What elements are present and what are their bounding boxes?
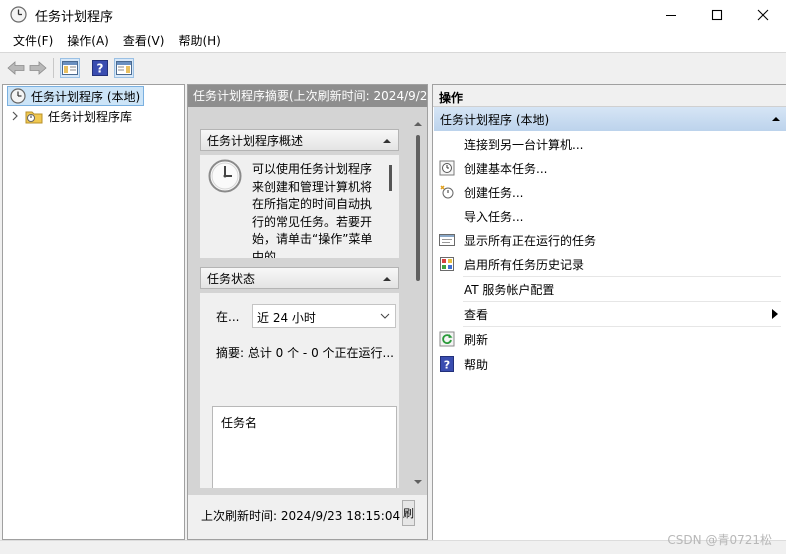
status-title: 任务状态 xyxy=(207,271,256,286)
overview-section-header[interactable]: 任务计划程序概述 xyxy=(200,129,399,151)
folder-clock-icon xyxy=(25,111,43,124)
forward-button[interactable] xyxy=(28,58,48,78)
status-summary: 摘要: 总计 0 个 - 0 个正在运行... xyxy=(216,346,394,360)
refresh-button[interactable]: 刷 xyxy=(402,500,415,526)
menu-view[interactable]: 查看(V) xyxy=(116,30,172,52)
clock-icon xyxy=(10,6,27,23)
close-icon xyxy=(757,9,769,21)
actions-group-title: 任务计划程序 (本地) xyxy=(440,112,550,127)
chevron-right-icon[interactable] xyxy=(11,111,19,121)
close-button[interactable] xyxy=(740,0,786,30)
tree-item-task-library[interactable]: 任务计划程序库 xyxy=(11,106,132,126)
running-tasks-icon xyxy=(439,232,455,248)
action-label: 创建基本任务... xyxy=(464,161,548,176)
status-period-value: 近 24 小时 xyxy=(257,311,316,325)
action-label: 导入任务... xyxy=(464,209,524,224)
back-button[interactable] xyxy=(6,58,26,78)
action-show-running-tasks[interactable]: 显示所有正在运行的任务 xyxy=(433,228,783,252)
svg-text:?: ? xyxy=(444,359,450,372)
scroll-up-icon[interactable] xyxy=(414,121,422,127)
overview-title: 任务计划程序概述 xyxy=(207,133,304,148)
action-refresh[interactable]: 刷新 xyxy=(433,327,783,351)
action-view[interactable]: 查看 xyxy=(433,302,783,326)
action-label: 启用所有任务历史记录 xyxy=(464,257,585,272)
navigation-tree: 任务计划程序 (本地) 任务计划程序库 xyxy=(2,84,185,540)
toolbar-separator xyxy=(53,58,54,78)
window-title: 任务计划程序 xyxy=(35,10,114,25)
forward-arrow-icon xyxy=(29,61,47,75)
minimize-icon xyxy=(666,15,676,16)
action-label: 连接到另一台计算机... xyxy=(464,137,584,152)
collapse-icon[interactable] xyxy=(383,138,391,144)
clock-icon xyxy=(208,159,242,193)
actions-group-header[interactable]: 任务计划程序 (本地) xyxy=(434,107,786,131)
minimize-button[interactable] xyxy=(648,0,694,30)
refresh-icon xyxy=(439,331,455,347)
scrollbar-thumb[interactable] xyxy=(416,135,420,281)
action-label: 查看 xyxy=(464,307,489,322)
status-section-header[interactable]: 任务状态 xyxy=(200,267,399,289)
action-label: 显示所有正在运行的任务 xyxy=(464,233,597,248)
action-label: 创建任务... xyxy=(464,185,524,200)
overview-section-body: 可以使用任务计划程序来创建和管理计算机将在所指定的时间自动执行的常见任务。若要开… xyxy=(200,155,399,258)
action-label: AT 服务帐户配置 xyxy=(464,282,555,297)
overview-scrollbar[interactable] xyxy=(389,165,392,191)
submenu-arrow-icon xyxy=(772,309,778,319)
watermark: CSDN @青0721松 xyxy=(667,533,772,547)
task-name-column-header[interactable]: 任务名 xyxy=(221,414,257,431)
action-create-task[interactable]: 创建任务... xyxy=(433,180,783,204)
create-basic-task-icon xyxy=(439,160,455,176)
summary-pane: 任务计划程序摘要(上次刷新时间: 2024/9/23 任务计划程序概述 可以使用… xyxy=(187,84,428,540)
action-connect-computer[interactable]: 连接到另一台计算机... xyxy=(433,132,783,156)
chevron-down-icon xyxy=(380,313,390,319)
menu-help[interactable]: 帮助(H) xyxy=(171,30,227,52)
scroll-down-icon[interactable] xyxy=(414,479,422,485)
task-list[interactable]: 任务名 xyxy=(212,406,397,488)
menu-bar: 文件(F) 操作(A) 查看(V) 帮助(H) xyxy=(0,30,786,52)
create-task-icon xyxy=(439,184,455,200)
actions-header: 操作 xyxy=(433,85,786,107)
action-enable-history[interactable]: 启用所有任务历史记录 xyxy=(433,252,783,276)
overview-text: 可以使用任务计划程序来创建和管理计算机将在所指定的时间自动执行的常见任务。若要开… xyxy=(252,162,373,258)
action-label: 刷新 xyxy=(464,332,489,347)
menu-file[interactable]: 文件(F) xyxy=(6,30,60,52)
toolbar: ? xyxy=(0,52,786,82)
status-period-select[interactable]: 近 24 小时 xyxy=(252,304,396,328)
action-import-task[interactable]: 导入任务... xyxy=(433,204,783,228)
action-help[interactable]: ? 帮助 xyxy=(433,352,783,376)
refresh-status-bar: 上次刷新时间: 2024/9/23 18:15:04 刷 xyxy=(188,495,427,539)
collapse-icon[interactable] xyxy=(772,116,780,122)
refresh-button-label: 刷 xyxy=(403,507,414,520)
help-toolbar-button[interactable]: ? xyxy=(90,58,110,78)
help-icon: ? xyxy=(439,356,455,372)
tree-item-task-scheduler-local[interactable]: 任务计划程序 (本地) xyxy=(7,86,145,106)
summary-header: 任务计划程序摘要(上次刷新时间: 2024/9/23 xyxy=(188,85,427,107)
summary-scrollbar[interactable] xyxy=(411,121,425,491)
menu-action[interactable]: 操作(A) xyxy=(60,30,116,52)
help-icon: ? xyxy=(92,60,108,76)
tree-item-label: 任务计划程序 (本地) xyxy=(31,89,141,104)
show-hide-tree-button[interactable] xyxy=(60,58,80,78)
action-at-service-config[interactable]: AT 服务帐户配置 xyxy=(433,277,783,301)
status-period-label: 在... xyxy=(216,310,240,324)
back-arrow-icon xyxy=(7,61,25,75)
tree-item-label: 任务计划程序库 xyxy=(48,109,133,124)
status-section-body: 在... 近 24 小时 摘要: 总计 0 个 - 0 个正在运行... 任务名 xyxy=(200,293,399,488)
title-bar: 任务计划程序 xyxy=(0,0,786,30)
maximize-button[interactable] xyxy=(694,0,740,30)
show-hide-tree-icon xyxy=(62,61,78,75)
show-hide-action-pane-button[interactable] xyxy=(114,58,134,78)
maximize-icon xyxy=(711,9,723,21)
last-refresh-text: 上次刷新时间: 2024/9/23 18:15:04 xyxy=(201,509,401,523)
collapse-icon[interactable] xyxy=(383,276,391,282)
actions-pane: 操作 任务计划程序 (本地) 连接到另一台计算机... 创建基本任务... 创建… xyxy=(432,84,786,540)
show-hide-action-pane-icon xyxy=(116,61,132,75)
clock-icon xyxy=(10,88,26,104)
history-icon xyxy=(439,256,455,272)
action-label: 帮助 xyxy=(464,357,489,372)
svg-text:?: ? xyxy=(97,62,104,76)
action-create-basic-task[interactable]: 创建基本任务... xyxy=(433,156,783,180)
